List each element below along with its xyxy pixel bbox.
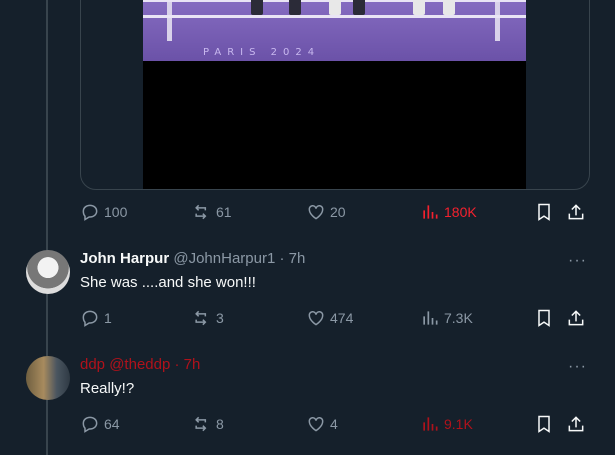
bookmark-icon xyxy=(538,415,550,433)
post-text: She was ....and she won!!! xyxy=(80,274,256,291)
reply-count: 64 xyxy=(104,416,120,432)
display-name[interactable]: ddp xyxy=(80,356,105,373)
views-button[interactable]: 180K xyxy=(420,202,477,222)
separator: · xyxy=(174,356,180,373)
views-button[interactable]: 7.3K xyxy=(420,308,473,328)
more-icon[interactable]: ··· xyxy=(568,358,587,376)
share-icon xyxy=(568,310,584,326)
separator: · xyxy=(279,250,285,267)
views-icon xyxy=(423,311,438,325)
display-name[interactable]: John Harpur xyxy=(80,250,169,267)
views-count: 7.3K xyxy=(444,310,473,326)
post-header: John Harpur @JohnHarpur1 · 7h xyxy=(80,250,305,267)
like-button[interactable]: 20 xyxy=(306,202,346,222)
views-count: 180K xyxy=(444,204,477,220)
timestamp[interactable]: 7h xyxy=(184,356,201,373)
video-player[interactable]: PARIS 2024 xyxy=(143,0,526,189)
post-actions: 100 61 20 180K xyxy=(80,202,590,226)
reply-button[interactable]: 64 xyxy=(80,414,120,434)
avatar[interactable] xyxy=(26,356,70,400)
like-icon xyxy=(308,416,324,432)
repost-button[interactable]: 3 xyxy=(192,308,224,328)
views-icon xyxy=(423,417,438,431)
views-button[interactable]: 9.1K xyxy=(420,414,473,434)
repost-count: 3 xyxy=(216,310,224,326)
views-count: 9.1K xyxy=(444,416,473,432)
like-count: 4 xyxy=(330,416,338,432)
like-icon xyxy=(308,310,324,326)
timestamp[interactable]: 7h xyxy=(289,250,306,267)
like-icon xyxy=(308,204,324,220)
like-button[interactable]: 4 xyxy=(306,414,338,434)
user-handle[interactable]: @JohnHarpur1 xyxy=(173,250,275,267)
bookmark-icon xyxy=(538,203,550,221)
repost-button[interactable]: 61 xyxy=(192,202,232,222)
views-icon xyxy=(423,205,438,219)
repost-icon xyxy=(195,310,207,326)
mat-text: PARIS 2024 xyxy=(203,47,321,58)
share-icon xyxy=(568,204,584,220)
repost-icon xyxy=(195,204,207,220)
like-count: 20 xyxy=(330,204,346,220)
like-count: 474 xyxy=(330,310,354,326)
post-text: Really!? xyxy=(80,380,135,397)
share-button[interactable] xyxy=(566,414,586,434)
media-card[interactable]: PARIS 2024 xyxy=(80,0,590,190)
repost-count: 8 xyxy=(216,416,224,432)
boxing-ring-image: PARIS 2024 xyxy=(143,0,526,61)
repost-count: 61 xyxy=(216,204,232,220)
reply-count: 100 xyxy=(104,204,128,220)
post-actions: 64 8 4 9.1K xyxy=(80,414,590,438)
share-button[interactable] xyxy=(566,202,586,222)
reply-count: 1 xyxy=(104,310,112,326)
reply-icon xyxy=(82,204,98,221)
reply-icon xyxy=(82,310,98,327)
bookmark-button[interactable] xyxy=(534,414,554,434)
repost-icon xyxy=(195,416,207,432)
post-header: ddp @theddp · 7h xyxy=(80,356,200,373)
reply-button[interactable]: 1 xyxy=(80,308,112,328)
like-button[interactable]: 474 xyxy=(306,308,353,328)
user-handle[interactable]: @theddp xyxy=(109,356,170,373)
reply-button[interactable]: 100 xyxy=(80,202,127,222)
share-button[interactable] xyxy=(566,308,586,328)
bookmark-button[interactable] xyxy=(534,202,554,222)
avatar[interactable] xyxy=(26,250,70,294)
more-icon[interactable]: ··· xyxy=(568,252,587,270)
share-icon xyxy=(568,416,584,432)
reply-icon xyxy=(82,416,98,433)
bookmark-icon xyxy=(538,309,550,327)
post-actions: 1 3 474 7.3K xyxy=(80,308,590,332)
repost-button[interactable]: 8 xyxy=(192,414,224,434)
bookmark-button[interactable] xyxy=(534,308,554,328)
